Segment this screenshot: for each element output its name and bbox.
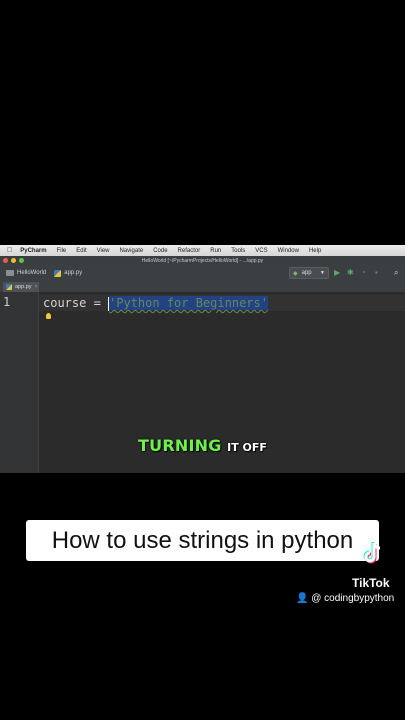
video-title-box: How to use strings in python bbox=[26, 520, 379, 561]
breadcrumb-project[interactable]: HelloWorld bbox=[17, 270, 46, 276]
menu-help[interactable]: Help bbox=[309, 248, 321, 254]
menu-bar:  PyCharm File Edit View Navigate Code R… bbox=[0, 245, 405, 256]
caption-text: IT OFF bbox=[227, 441, 267, 454]
breadcrumb-file[interactable]: app.py bbox=[64, 270, 82, 276]
menu-vcs[interactable]: VCS bbox=[255, 248, 267, 254]
menu-view[interactable]: View bbox=[97, 248, 110, 254]
navigation-bar: HelloWorld app.py ◆ app ▼ ▶ ✱ ◔ ▪ ⌕ bbox=[0, 265, 405, 282]
line-number: 1 bbox=[3, 295, 11, 309]
close-tab-icon[interactable]: × bbox=[35, 284, 38, 290]
run-icon[interactable]: ▶ bbox=[334, 268, 340, 277]
python-config-icon: ◆ bbox=[293, 270, 298, 277]
apple-icon[interactable]:  bbox=[7, 247, 12, 254]
menu-window[interactable]: Window bbox=[278, 248, 299, 254]
run-config-label: app bbox=[301, 270, 312, 276]
video-title: How to use strings in python bbox=[51, 526, 354, 554]
tiktok-brand: TikTok bbox=[352, 576, 390, 590]
stop-icon[interactable]: ▪ bbox=[375, 268, 378, 277]
lightbulb-icon[interactable] bbox=[46, 313, 51, 319]
debug-icon[interactable]: ✱ bbox=[347, 268, 354, 277]
menu-run[interactable]: Run bbox=[210, 248, 221, 254]
tiktok-logo-icon bbox=[363, 542, 381, 564]
run-config-select[interactable]: ◆ app ▼ bbox=[289, 267, 329, 279]
code-line[interactable]: course = 'Python for Beginners' bbox=[43, 295, 268, 311]
python-file-icon bbox=[6, 284, 12, 290]
string-literal[interactable]: 'Python for Beginners' bbox=[109, 296, 268, 310]
window-title-bar: HelloWorld [~/PycharmProjects/HelloWorld… bbox=[0, 256, 405, 265]
menu-pycharm[interactable]: PyCharm bbox=[20, 248, 46, 254]
tiktok-username: 👤 @ codingbypython bbox=[296, 593, 394, 604]
menu-tools[interactable]: Tools bbox=[231, 248, 245, 254]
menu-code[interactable]: Code bbox=[153, 248, 167, 254]
user-icon: 👤 bbox=[296, 593, 309, 604]
menu-refactor[interactable]: Refactor bbox=[178, 248, 201, 254]
coverage-icon[interactable]: ◔ bbox=[361, 268, 366, 277]
code-text: course = bbox=[43, 296, 109, 310]
video-caption: TURNING IT OFF bbox=[0, 436, 405, 455]
python-file-icon bbox=[54, 269, 62, 277]
search-icon[interactable]: ⌕ bbox=[394, 268, 398, 277]
tab-label: app.py bbox=[15, 284, 32, 290]
menu-edit[interactable]: Edit bbox=[76, 248, 86, 254]
menu-file[interactable]: File bbox=[57, 248, 67, 254]
username-text: @ codingbypython bbox=[311, 593, 395, 604]
caption-highlight: TURNING bbox=[138, 436, 222, 455]
menu-navigate[interactable]: Navigate bbox=[120, 248, 144, 254]
window-title: HelloWorld [~/PycharmProjects/HelloWorld… bbox=[141, 257, 264, 264]
folder-icon bbox=[6, 270, 14, 276]
chevron-down-icon: ▼ bbox=[320, 270, 325, 276]
